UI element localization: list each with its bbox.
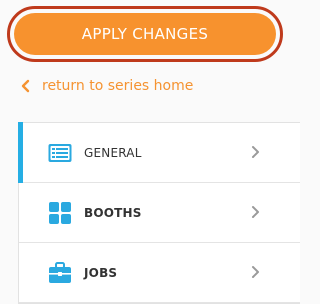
return-to-series-home-link[interactable]: return to series home xyxy=(19,76,193,96)
menu-item-jobs[interactable]: JOBS xyxy=(19,243,300,303)
chevron-right-icon xyxy=(252,266,259,278)
chevron-right-icon xyxy=(252,146,259,158)
menu-item-label: JOBS xyxy=(84,265,118,280)
grid-icon xyxy=(49,201,71,224)
chevron-left-icon xyxy=(21,79,30,93)
page: APPLY CHANGES return to series home GENE… xyxy=(0,0,300,304)
menu-item-label: BOOTHS xyxy=(84,205,142,220)
briefcase-icon xyxy=(49,261,71,283)
settings-menu: GENERAL BOOTHS JOBS xyxy=(18,122,300,304)
menu-item-general[interactable]: GENERAL xyxy=(18,122,300,183)
list-icon xyxy=(48,143,72,162)
back-link-label: return to series home xyxy=(42,78,194,94)
menu-item-booths[interactable]: BOOTHS xyxy=(19,183,300,243)
menu-item-label: GENERAL xyxy=(84,145,142,160)
chevron-right-icon xyxy=(252,206,259,218)
apply-changes-button[interactable]: APPLY CHANGES xyxy=(14,13,276,55)
